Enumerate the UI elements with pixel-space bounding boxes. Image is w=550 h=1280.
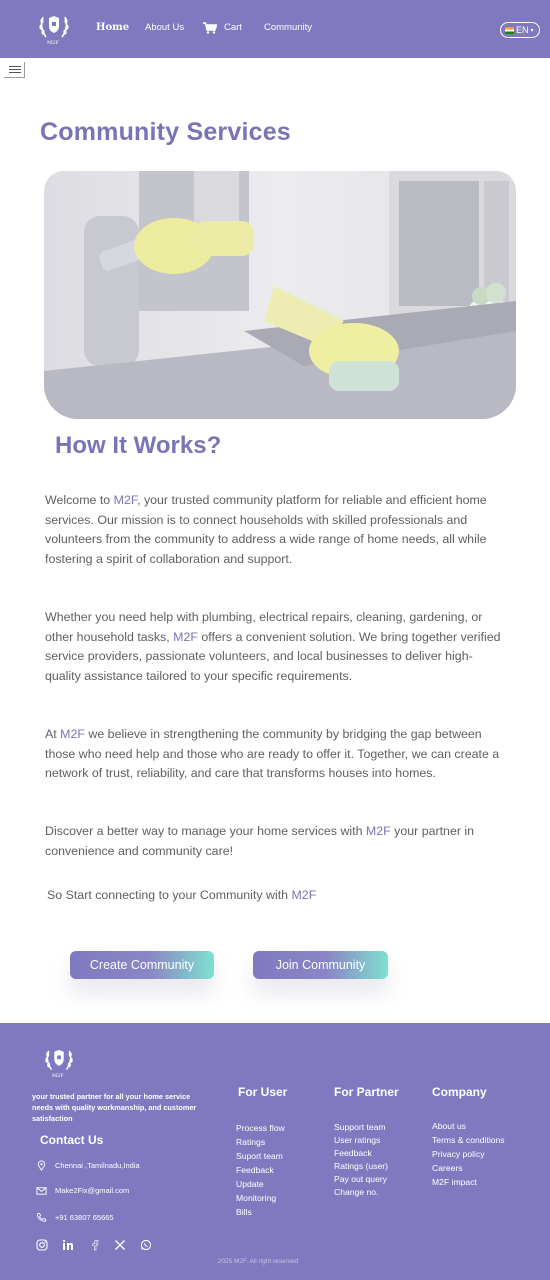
whatsapp-icon[interactable] (140, 1239, 152, 1251)
chevron-down-icon: ▾ (530, 27, 534, 34)
footer-link[interactable]: M2F impact (432, 1175, 505, 1189)
footer-link[interactable]: Ratings (236, 1135, 285, 1149)
facebook-icon[interactable] (89, 1239, 101, 1251)
cart-icon[interactable] (203, 22, 217, 34)
nav-cart-link[interactable]: Cart (224, 22, 242, 33)
language-selector[interactable]: EN ▾ (500, 22, 540, 38)
footer: M2F your trusted partner for all your ho… (0, 1023, 550, 1280)
footer-link[interactable]: Monitoring (236, 1191, 285, 1205)
for-user-links: Process flow Ratings Suport team Feedbac… (236, 1121, 285, 1219)
for-partner-links: Support team User ratings Feedback Ratin… (334, 1121, 388, 1199)
footer-link[interactable]: Support team (334, 1121, 388, 1134)
nav-community-link[interactable]: Community (264, 22, 312, 33)
footer-link[interactable]: Terms & conditions (432, 1133, 505, 1147)
footer-link[interactable]: Update (236, 1177, 285, 1191)
nav-about-link[interactable]: About Us (145, 22, 184, 33)
nav-home-link[interactable]: Home (96, 22, 129, 33)
contact-heading: Contact Us (40, 1133, 104, 1147)
footer-link[interactable]: Bills (236, 1205, 285, 1219)
logo-text: M2F (47, 40, 59, 46)
footer-link[interactable]: Privacy policy (432, 1147, 505, 1161)
contact-address: Chennai ,Tamilnadu,India (36, 1160, 140, 1171)
language-label: EN (516, 25, 529, 35)
company-links: About us Terms & conditions Privacy poli… (432, 1119, 505, 1189)
footer-link[interactable]: About us (432, 1119, 505, 1133)
page: M2F Home About Us Cart Community EN ▾ Co… (0, 0, 550, 1280)
footer-tagline: your trusted partner for all your home s… (32, 1092, 197, 1123)
flag-icon (505, 26, 514, 34)
for-user-heading: For User (238, 1085, 288, 1099)
footer-link[interactable]: Pay out query (334, 1173, 388, 1186)
footer-link[interactable]: Feedback (334, 1147, 388, 1160)
copyright: 2025 M2F. All right reserved (217, 1258, 299, 1265)
join-community-button[interactable]: Join Community (253, 951, 388, 979)
top-navbar: M2F Home About Us Cart Community EN ▾ (0, 0, 550, 58)
brand-mention: M2F (60, 727, 85, 741)
hero-image (44, 171, 516, 419)
footer-logo-text: M2F (52, 1073, 64, 1079)
contact-phone[interactable]: +91 63807 65665 (36, 1212, 114, 1223)
footer-link[interactable]: Change no. (334, 1186, 388, 1199)
footer-link[interactable]: Careers (432, 1161, 505, 1175)
phone-icon (37, 1212, 47, 1222)
discover-paragraph: Discover a better way to manage your hom… (45, 824, 475, 858)
intro-paragraph: Welcome to M2F, your trusted community p… (45, 493, 487, 566)
location-icon (37, 1160, 46, 1171)
footer-logo[interactable]: M2F (44, 1045, 74, 1081)
instagram-icon[interactable] (36, 1239, 48, 1251)
mail-icon (36, 1187, 47, 1195)
footer-link[interactable]: Feedback (236, 1163, 285, 1177)
brand-mention: M2F (113, 493, 138, 507)
menu-icon[interactable] (4, 62, 25, 78)
brand-mention: M2F (173, 629, 198, 644)
footer-link[interactable]: Ratings (user) (334, 1160, 388, 1173)
x-icon[interactable] (114, 1239, 126, 1251)
brand-mention: M2F (365, 824, 391, 838)
page-title: Community Services (40, 118, 291, 146)
services-paragraph: Whether you need help with plumbing, ele… (45, 610, 501, 683)
for-partner-heading: For Partner (334, 1085, 399, 1099)
contact-email[interactable]: Make2Fix@gmail.com (36, 1185, 129, 1196)
linkedin-icon[interactable] (62, 1239, 74, 1251)
brand-mention: M2F (291, 888, 317, 902)
start-connecting-text: So Start connecting to your Community wi… (47, 888, 317, 902)
how-it-works-heading: How It Works? (55, 432, 222, 459)
create-community-button[interactable]: Create Community (70, 951, 214, 979)
community-paragraph: At M2F we believe in strengthening the c… (45, 727, 500, 780)
company-heading: Company (432, 1085, 487, 1099)
footer-link[interactable]: Process flow (236, 1121, 285, 1135)
footer-link[interactable]: Suport team (236, 1149, 285, 1163)
footer-link[interactable]: User ratings (334, 1134, 388, 1147)
brand-logo[interactable]: M2F (38, 11, 70, 49)
